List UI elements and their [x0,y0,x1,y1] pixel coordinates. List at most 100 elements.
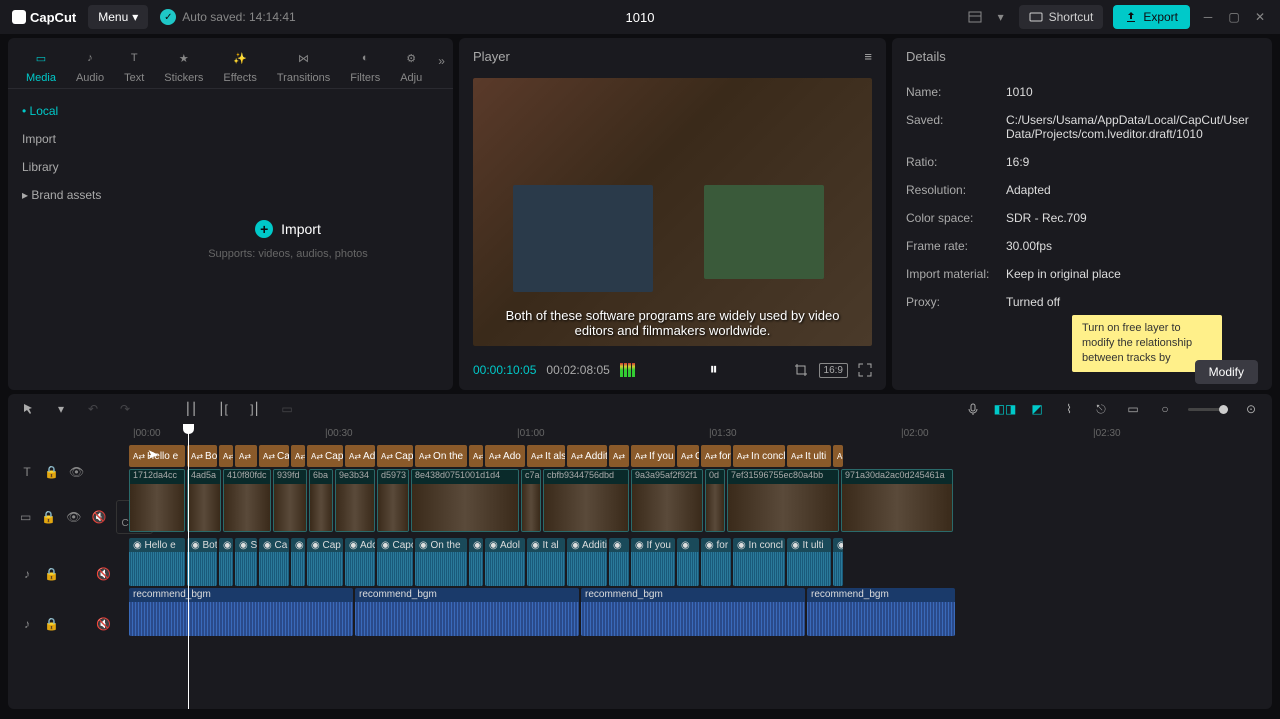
sidebar-item-local[interactable]: • Local [8,97,123,125]
txt -clip[interactable]: A⇄ Bot [187,445,217,467]
sidebar-item-import[interactable]: Import [8,125,123,153]
more-tabs-icon[interactable]: » [432,44,451,88]
chevron-down-icon[interactable]: ▾ [993,9,1009,25]
tab-audio[interactable]: ♪Audio [66,44,114,88]
vid -clip[interactable]: 6ba [309,469,333,532]
time-ruler[interactable]: |00:00|00:30|01:00|01:30|02:00|02:30 [123,428,1272,444]
bgm -clip[interactable]: recommend_bgm [807,588,955,636]
aud -clip[interactable]: ◉ On the [415,538,467,586]
hamburger-icon[interactable]: ≡ [864,49,872,64]
tab-media[interactable]: ▭Media [16,44,66,88]
split-left-icon[interactable]: ⎮[ [214,400,232,418]
aud -clip[interactable]: ◉ Adol [485,538,525,586]
mute-icon[interactable]: 🔇 [96,617,111,631]
pause-button[interactable]: ⏸ [710,361,718,379]
txt -clip[interactable]: A⇄ [609,445,629,467]
txt -clip[interactable]: A⇄ [469,445,483,467]
aud -clip[interactable]: ◉ [609,538,629,586]
vid -clip[interactable]: 8e438d0751001d1d4 [411,469,519,532]
redo-icon[interactable]: ↷ [116,400,134,418]
shortcut-button[interactable]: Shortcut [1019,5,1104,29]
vid -clip[interactable]: 7ef31596755ec80a4bb [727,469,839,532]
chevron-down-icon[interactable]: ▾ [52,400,70,418]
split-right-icon[interactable]: ]⎮ [246,400,264,418]
export-button[interactable]: Export [1113,5,1190,29]
text-track-icon[interactable]: T [20,465,34,479]
tab-filters[interactable]: ◐Filters [340,44,390,88]
bgm -clip[interactable]: recommend_bgm [581,588,805,636]
aud -clip[interactable]: ◉ [219,538,233,586]
aud -clip[interactable]: ◉ Ca [259,538,289,586]
txt -clip[interactable]: A⇄ Capc [377,445,413,467]
lock-icon[interactable]: 🔒 [44,567,59,581]
txt -clip[interactable]: A⇄ It ulti [787,445,831,467]
audio-track-icon[interactable]: ♪ [20,617,34,631]
vid -clip[interactable]: 971a30da2ac0d245461a [841,469,953,532]
lock-icon[interactable]: 🔒 [41,510,56,524]
aud -clip[interactable]: ◉ S [235,538,257,586]
mute-icon[interactable]: 🔇 [96,567,111,581]
aud -clip[interactable]: ◉ Additi [567,538,607,586]
sidebar-item-brand-assets[interactable]: ▸ Brand assets [8,181,123,209]
txt -clip[interactable]: A⇄ for [701,445,731,467]
link-icon[interactable]: ⌇ [1060,400,1078,418]
eye-icon[interactable]: 👁 [66,510,81,524]
vid -clip[interactable]: 4ad5a [187,469,221,532]
track-area[interactable]: |00:00|00:30|01:00|01:30|02:00|02:30 ➤ A… [123,424,1272,709]
tab-text[interactable]: TText [114,44,154,88]
layout-icon[interactable] [967,9,983,25]
video-track-icon[interactable]: ▭ [20,510,31,524]
zoom-slider[interactable] [1188,408,1228,411]
zoom-fit-icon[interactable]: ⊙ [1242,400,1260,418]
ratio-badge[interactable]: 16:9 [819,363,848,378]
vid -clip[interactable]: 9e3b34 [335,469,375,532]
txt -clip[interactable]: A⇄ [235,445,257,467]
aud -clip[interactable]: ◉ If you [631,538,675,586]
minimize-icon[interactable]: ─ [1200,9,1216,25]
aud -clip[interactable]: ◉ Cap [307,538,343,586]
txt -clip[interactable]: A⇄ [291,445,305,467]
video-preview[interactable]: Both of these software programs are wide… [473,78,872,346]
vid -clip[interactable]: d5973 [377,469,409,532]
vid -clip[interactable]: c7a [521,469,541,532]
bgm -clip[interactable]: recommend_bgm [129,588,353,636]
aud -clip[interactable]: ◉ [291,538,305,586]
aud -clip[interactable]: ◉ In concl [733,538,785,586]
txt -clip[interactable]: A⇄ A [833,445,843,467]
lock-icon[interactable]: 🔒 [44,465,59,479]
txt -clip[interactable]: A⇄ In concl [733,445,785,467]
magnet-track-icon[interactable]: ◩ [1028,400,1046,418]
vid -clip[interactable]: 0d [705,469,725,532]
mute-icon[interactable]: 🔇 [92,510,107,524]
undo-icon[interactable]: ↶ [84,400,102,418]
txt -clip[interactable]: A⇄ If you [631,445,675,467]
vid -clip[interactable]: cbfb9344756dbd [543,469,629,532]
bgm -clip[interactable]: recommend_bgm [355,588,579,636]
aud -clip[interactable]: ◉ for [701,538,731,586]
align-icon[interactable]: ⎋ [1092,400,1110,418]
txt -clip[interactable]: A⇄ It als [527,445,565,467]
magnet-main-icon[interactable]: ◧◨ [996,400,1014,418]
txt -clip[interactable]: A⇄ Adc [345,445,375,467]
preview-icon[interactable]: ▭ [1124,400,1142,418]
fullscreen-icon[interactable] [858,363,872,377]
mic-icon[interactable] [964,400,982,418]
close-icon[interactable]: ✕ [1252,9,1268,25]
tab-adju[interactable]: ⚙Adju [390,44,432,88]
sidebar-item-library[interactable]: Library [8,153,123,181]
split-icon[interactable]: ⎮⎮ [182,400,200,418]
lock-icon[interactable]: 🔒 [44,617,59,631]
txt -clip[interactable]: A⇄ C [677,445,699,467]
eye-icon[interactable]: 👁 [69,465,84,479]
playhead[interactable] [188,424,189,709]
aud -clip[interactable]: ◉ Bot [187,538,217,586]
txt -clip[interactable]: A⇄ Ado [485,445,525,467]
maximize-icon[interactable]: ▢ [1226,9,1242,25]
txt -clip[interactable]: A⇄ [219,445,233,467]
aud -clip[interactable]: ◉ It al [527,538,565,586]
menu-button[interactable]: Menu▾ [88,5,148,29]
delete-icon[interactable]: ▭ [278,400,296,418]
txt -clip[interactable]: A⇄ Additi [567,445,607,467]
aud -clip[interactable]: ◉ Adc [345,538,375,586]
modify-button[interactable]: Modify [1195,360,1258,384]
